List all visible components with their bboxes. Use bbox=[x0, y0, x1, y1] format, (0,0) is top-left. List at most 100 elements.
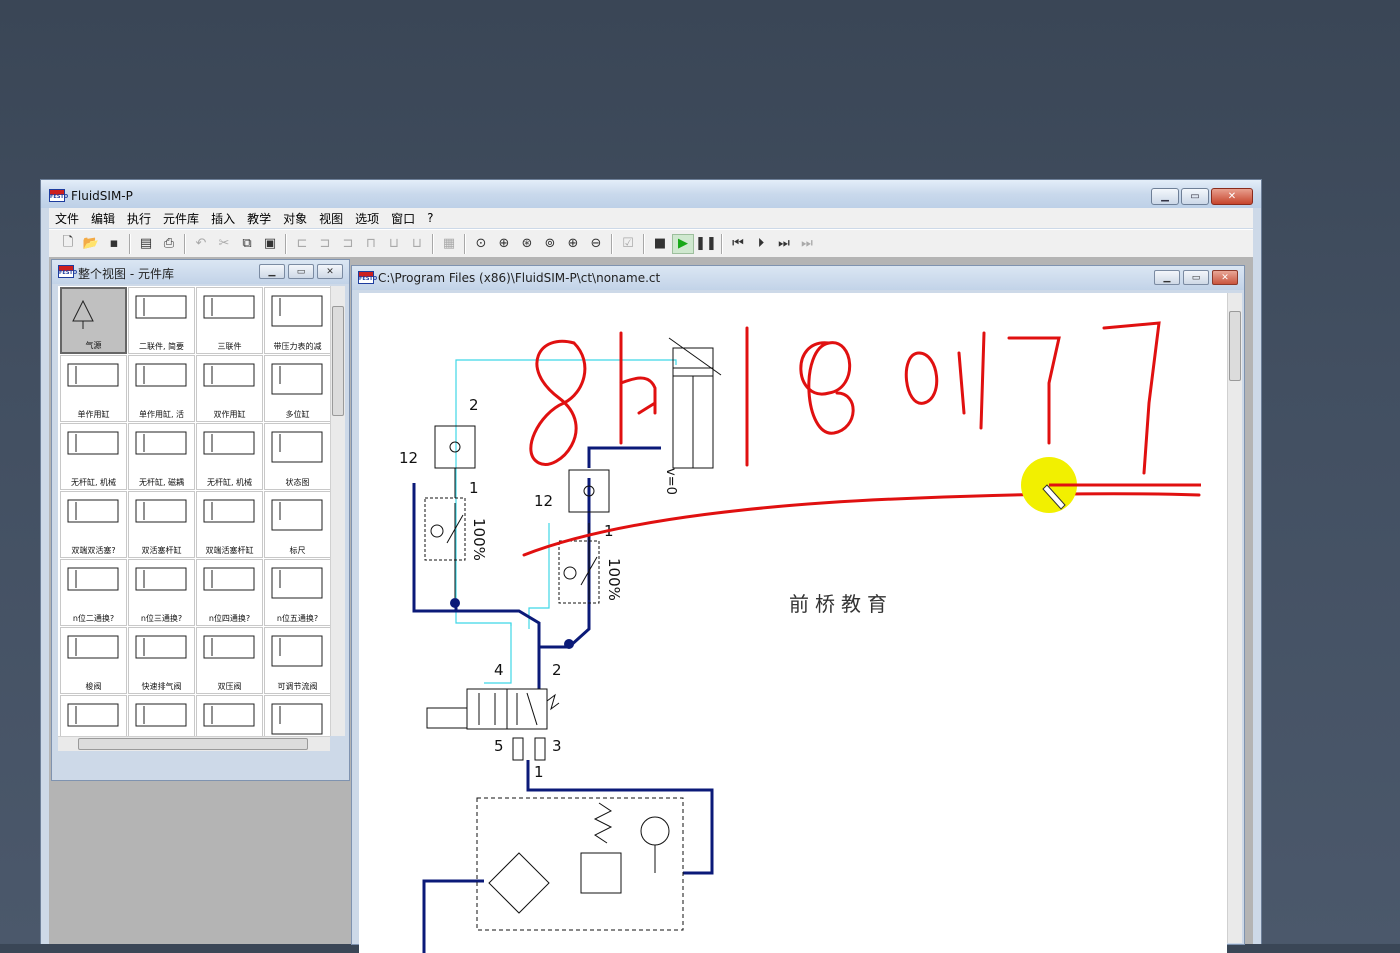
library-item[interactable]: n位三通换? bbox=[128, 559, 195, 626]
zoom-all-icon[interactable]: ⊛ bbox=[516, 234, 538, 254]
library-item-label: 多位缸 bbox=[285, 410, 310, 419]
window-title: FluidSIM-P bbox=[71, 189, 133, 203]
menu-help[interactable]: ? bbox=[421, 211, 439, 225]
minimize-button[interactable]: ▁ bbox=[259, 264, 285, 279]
circuit-titlebar[interactable]: FESTO C:\Program Files (x86)\FluidSIM-P\… bbox=[352, 266, 1244, 290]
menu-didactics[interactable]: 教学 bbox=[241, 210, 277, 227]
library-item-label: 单作用缸 bbox=[77, 410, 110, 419]
library-item[interactable]: 快速排气阀 bbox=[128, 627, 195, 694]
library-item[interactable]: 单作用缸 bbox=[60, 355, 127, 422]
print-preview-icon[interactable]: ▤ bbox=[135, 234, 157, 254]
library-item[interactable]: 标尺 bbox=[264, 491, 330, 558]
close-button[interactable]: ✕ bbox=[1211, 188, 1253, 205]
play-icon[interactable]: ▶ bbox=[672, 233, 694, 254]
library-item[interactable]: 多位缸 bbox=[264, 355, 330, 422]
library-item-label: 无杆缸, 机械 bbox=[70, 478, 117, 487]
align-bottom-icon[interactable]: ⊔ bbox=[406, 234, 428, 254]
library-item[interactable]: 双作用缸 bbox=[196, 355, 263, 422]
window-titlebar[interactable]: FESTO FluidSIM-P ▁ ▭ ✕ bbox=[41, 180, 1261, 208]
align-right-icon[interactable]: ⊐ bbox=[337, 234, 359, 254]
pause-icon[interactable]: ❚❚ bbox=[695, 234, 717, 254]
toolbar-separator bbox=[611, 233, 613, 254]
library-horizontal-scrollbar[interactable] bbox=[58, 736, 330, 751]
menu-options[interactable]: 选项 bbox=[349, 210, 385, 227]
library-item[interactable]: n位四通换? bbox=[196, 559, 263, 626]
library-item[interactable]: 双端活塞杆缸 bbox=[196, 491, 263, 558]
library-item-label: 标尺 bbox=[289, 546, 306, 555]
library-item[interactable]: n位二通换? bbox=[60, 559, 127, 626]
menu-edit[interactable]: 编辑 bbox=[85, 210, 121, 227]
library-item[interactable]: 减压溢流阀 bbox=[196, 695, 263, 736]
menu-library[interactable]: 元件库 bbox=[157, 210, 205, 227]
library-item[interactable]: 双活塞杆缸 bbox=[128, 491, 195, 558]
library-item[interactable]: 带压力表的减 bbox=[264, 287, 330, 354]
zoom-1-1-icon[interactable]: ⊙ bbox=[470, 234, 492, 254]
forward-icon[interactable]: ⏭ bbox=[773, 234, 795, 254]
copy-icon[interactable]: ⧉ bbox=[236, 234, 258, 254]
close-button[interactable]: ✕ bbox=[317, 264, 343, 279]
library-item[interactable]: 无杆缸, 机械 bbox=[60, 423, 127, 490]
library-item[interactable]: 状态图 bbox=[264, 423, 330, 490]
scroll-thumb[interactable] bbox=[1229, 311, 1241, 381]
dual-pressure-icon bbox=[203, 635, 255, 659]
library-item[interactable]: 可调节流阀 bbox=[264, 627, 330, 694]
align-middle-icon[interactable]: ⊔ bbox=[383, 234, 405, 254]
open-icon[interactable]: 📂 bbox=[80, 234, 102, 254]
print-icon[interactable]: ⎙ bbox=[158, 234, 180, 254]
library-item[interactable]: 双压阀 bbox=[196, 627, 263, 694]
new-icon[interactable]: 🗋 bbox=[57, 234, 79, 254]
library-item[interactable]: 压力顺序阀 bbox=[128, 695, 195, 736]
maximize-button[interactable]: ▭ bbox=[288, 264, 314, 279]
stop-icon[interactable]: ■ bbox=[649, 234, 671, 254]
scroll-thumb[interactable] bbox=[78, 738, 308, 750]
cut-icon[interactable]: ✂ bbox=[213, 234, 235, 254]
menu-execute[interactable]: 执行 bbox=[121, 210, 157, 227]
library-item[interactable]: 双端双活塞? bbox=[60, 491, 127, 558]
grid-icon[interactable]: ▦ bbox=[438, 234, 460, 254]
circuit-canvas[interactable]: 2 12 1 100% 12 1 100% v=0 4 2 5 3 1 前桥教育 bbox=[359, 293, 1227, 953]
pressure-regulator-icon bbox=[271, 295, 323, 327]
align-left-icon[interactable]: ⊏ bbox=[291, 234, 313, 254]
library-item[interactable]: 二联件, 简要 bbox=[128, 287, 195, 354]
menu-file[interactable]: 文件 bbox=[49, 210, 85, 227]
zoom-fit-icon[interactable]: ⊚ bbox=[539, 234, 561, 254]
library-item[interactable]: 无杆缸, 磁耦 bbox=[128, 423, 195, 490]
menu-object[interactable]: 对象 bbox=[277, 210, 313, 227]
rewind-icon[interactable]: ⏮ bbox=[727, 234, 749, 254]
minimize-button[interactable]: ▁ bbox=[1154, 270, 1180, 285]
library-item[interactable]: 延时阀, 常? bbox=[264, 695, 330, 736]
library-item[interactable]: 三联件 bbox=[196, 287, 263, 354]
scroll-thumb[interactable] bbox=[332, 306, 344, 416]
align-top-icon[interactable]: ⊓ bbox=[360, 234, 382, 254]
zoom-in-icon[interactable]: ⊕ bbox=[562, 234, 584, 254]
maximize-button[interactable]: ▭ bbox=[1181, 188, 1209, 205]
library-item[interactable]: n位五通换? bbox=[264, 559, 330, 626]
menu-view[interactable]: 视图 bbox=[313, 210, 349, 227]
step-icon[interactable]: ⏵ bbox=[750, 234, 772, 254]
library-vertical-scrollbar[interactable] bbox=[330, 286, 345, 736]
save-icon[interactable]: ▪ bbox=[103, 234, 125, 254]
close-button[interactable]: ✕ bbox=[1212, 270, 1238, 285]
library-item[interactable]: 可调单向节? bbox=[60, 695, 127, 736]
menu-insert[interactable]: 插入 bbox=[205, 210, 241, 227]
library-item[interactable]: 气源 bbox=[60, 287, 127, 354]
library-item-label: 无杆缸, 机械 bbox=[206, 478, 253, 487]
minimize-button[interactable]: ▁ bbox=[1151, 188, 1179, 205]
rodless-cylinder-icon bbox=[67, 431, 119, 455]
circuit-window: FESTO C:\Program Files (x86)\FluidSIM-P\… bbox=[351, 265, 1245, 953]
undo-icon[interactable]: ↶ bbox=[190, 234, 212, 254]
menu-window[interactable]: 窗口 bbox=[385, 210, 421, 227]
check-icon[interactable]: ☑ bbox=[617, 234, 639, 254]
library-item[interactable]: 无杆缸, 机械 bbox=[196, 423, 263, 490]
align-center-icon[interactable]: ⊐ bbox=[314, 234, 336, 254]
zoom-out-icon[interactable]: ⊖ bbox=[585, 234, 607, 254]
maximize-button[interactable]: ▭ bbox=[1183, 270, 1209, 285]
library-item[interactable]: 单作用缸, 活 bbox=[128, 355, 195, 422]
end-icon[interactable]: ⏭ bbox=[796, 234, 818, 254]
circuit-vertical-scrollbar[interactable] bbox=[1227, 293, 1242, 943]
library-titlebar[interactable]: FESTO 整个视图 - 元件库 ▁ ▭ ✕ bbox=[52, 260, 349, 284]
library-item[interactable]: 梭阀 bbox=[60, 627, 127, 694]
paste-icon[interactable]: ▣ bbox=[259, 234, 281, 254]
port-label: 1 bbox=[534, 763, 544, 781]
zoom-window-icon[interactable]: ⊕ bbox=[493, 234, 515, 254]
